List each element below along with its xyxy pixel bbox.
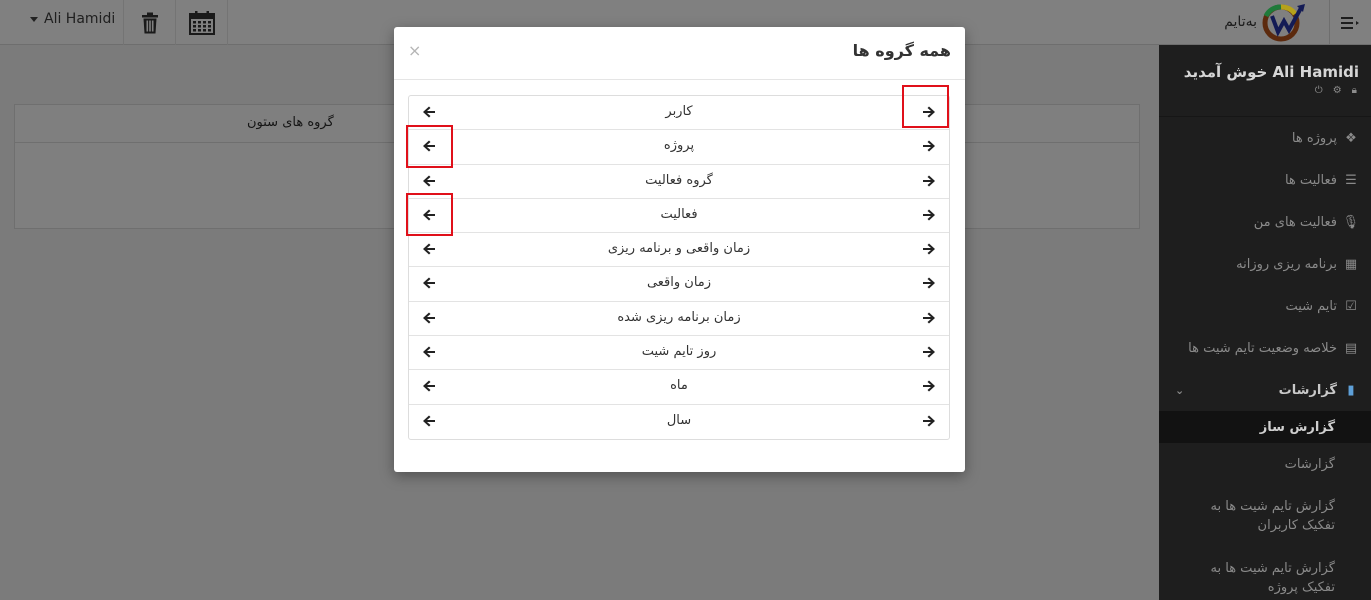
sidebar-item-my-activities[interactable]: 🎙︎ فعالیت های من (1159, 201, 1371, 243)
modal-header: همه گروه ها × (394, 27, 965, 80)
sidebar-subitem-label: گزارش ساز (1259, 419, 1335, 435)
lock-icon[interactable]: 🔒︎ (1352, 85, 1357, 96)
sidebar-subitem-label: گزارش تایم شیت ها به تفکیک کاربران (1210, 499, 1335, 533)
group-label: ماه (670, 378, 688, 394)
arrow-right-icon[interactable] (921, 344, 937, 360)
logo-icon (1262, 4, 1305, 42)
arrow-left-icon[interactable] (421, 310, 437, 326)
gear-icon[interactable]: ⚙ (1333, 85, 1342, 96)
sidebar-subitem-reports[interactable]: گزارشات (1159, 443, 1371, 485)
file-icon: ▮ (1347, 382, 1355, 398)
group-row: ماه (409, 370, 949, 405)
power-icon[interactable]: ⏻ (1315, 85, 1323, 96)
sidebar-toggle[interactable] (1329, 0, 1371, 45)
highlight-box (406, 193, 453, 236)
group-label: کاربر (665, 104, 693, 119)
group-label: روز تایم شیت (641, 344, 717, 360)
sidebar-subitem-by-users[interactable]: گزارش تایم شیت ها به تفکیک کاربران (1159, 485, 1371, 547)
group-label: گروه فعالیت (645, 172, 713, 188)
list-icon: ☰ (1345, 172, 1357, 188)
arrow-right-icon[interactable] (921, 173, 937, 189)
arrow-right-icon[interactable] (921, 275, 937, 291)
sidebar-item-label: فعالیت ها (1284, 172, 1337, 188)
group-list: کاربر پروژه گروه فعالیت فعالیت زمان واقعی و … (408, 95, 950, 440)
sidebar-item-reports[interactable]: ▮ گزارشات ⌄ (1159, 369, 1371, 411)
group-label: زمان برنامه ریزی شده (617, 309, 741, 325)
calendar-icon (188, 10, 215, 35)
trash-button[interactable] (123, 0, 175, 45)
sidebar-subitem-report-builder[interactable]: گزارش ساز (1159, 411, 1371, 443)
sidebar-item-label: خلاصه وضعیت تایم شیت ها (1188, 340, 1337, 356)
modal-title: همه گروه ها (852, 41, 951, 60)
brand-logo[interactable]: بەتایم (1224, 2, 1307, 42)
close-button[interactable]: × (408, 41, 421, 60)
sidebar-item-label: گزارشات (1278, 382, 1337, 398)
sidebar-item-label: برنامه ریزی روزانه (1236, 256, 1337, 272)
brand-name: بەتایم (1224, 14, 1257, 30)
group-row: فعالیت (409, 199, 949, 234)
sidebar-item-timesheet-summary[interactable]: ▤ خلاصه وضعیت تایم شیت ها (1159, 327, 1371, 369)
group-label: فعالیت (660, 206, 698, 222)
sidebar: Ali Hamidi خوش آمدید 🔒︎ ⚙ ⏻ ❖ پروژه ها ☰… (1159, 45, 1371, 600)
arrow-right-icon[interactable] (921, 138, 937, 154)
arrow-left-icon[interactable] (421, 413, 437, 429)
arrow-right-icon[interactable] (921, 241, 937, 257)
calendar-button[interactable] (175, 0, 227, 45)
group-row: سال (409, 405, 949, 439)
arrow-left-icon[interactable] (421, 378, 437, 394)
arrow-left-icon[interactable] (421, 173, 437, 189)
group-row: پروژه (409, 130, 949, 165)
hamburger-icon (1340, 16, 1359, 29)
sidebar-item-label: فعالیت های من (1253, 214, 1337, 230)
navbar-divider (227, 0, 228, 45)
sidebar-item-activities[interactable]: ☰ فعالیت ها (1159, 159, 1371, 201)
sidebar-item-label: پروژه ها (1291, 130, 1337, 146)
arrow-right-icon[interactable] (921, 207, 937, 223)
group-row: گروه فعالیت (409, 165, 949, 199)
group-row: روز تایم شیت (409, 336, 949, 371)
arrow-left-icon[interactable] (421, 241, 437, 257)
arrow-right-icon[interactable] (921, 413, 937, 429)
sidebar-subitem-by-project[interactable]: گزارش تایم شیت ها به تفکیک پروژه (1159, 547, 1371, 600)
group-row: زمان واقعی (409, 267, 949, 302)
group-label: زمان واقعی (646, 275, 712, 291)
arrow-right-icon[interactable] (921, 310, 937, 326)
caret-down-icon (30, 16, 38, 22)
sidebar-item-projects[interactable]: ❖ پروژه ها (1159, 117, 1371, 159)
column-groups-label: گروه های ستون (247, 115, 334, 130)
table-icon: ▦ (1344, 256, 1358, 272)
sidebar-subitem-label: گزارشات (1284, 456, 1335, 472)
list-alt-icon: ▤ (1344, 340, 1358, 356)
user-name: Ali Hamidi (44, 11, 116, 27)
calendar-check-icon: ☑ (1345, 298, 1357, 314)
group-row: زمان برنامه ریزی شده (409, 302, 949, 337)
arrow-right-icon[interactable] (921, 378, 937, 394)
chevron-down-icon: ⌄ (1175, 383, 1185, 397)
group-label: زمان واقعی و برنامه ریزی (607, 241, 751, 257)
arrow-left-icon[interactable] (421, 275, 437, 291)
group-row: زمان واقعی و برنامه ریزی (409, 233, 949, 268)
trash-icon (141, 12, 158, 33)
all-groups-modal: همه گروه ها × کاربر پروژه گروه فعالیت فعالی… (394, 27, 965, 472)
sidebar-menu: ❖ پروژه ها ☰ فعالیت ها 🎙︎ فعالیت های من … (1159, 117, 1371, 600)
highlight-box (902, 85, 949, 128)
arrow-left-icon[interactable] (421, 344, 437, 360)
group-label: پروژه (663, 138, 695, 154)
highlight-box (406, 125, 453, 168)
user-tools: 🔒︎ ⚙ ⏻ (1159, 81, 1371, 96)
sidebar-item-timesheet[interactable]: ☑ تایم شیت (1159, 285, 1371, 327)
group-row: کاربر (409, 96, 949, 131)
sidebar-item-daily-planning[interactable]: ▦ برنامه ریزی روزانه (1159, 243, 1371, 285)
sidebar-subitem-label: گزارش تایم شیت ها به تفکیک پروژه (1210, 561, 1335, 595)
sidebar-item-label: تایم شیت (1285, 298, 1337, 314)
welcome-text: Ali Hamidi خوش آمدید (1183, 63, 1359, 81)
cubes-icon: ❖ (1345, 130, 1357, 146)
mic-icon: 🎙︎ (1342, 214, 1359, 230)
group-label: سال (666, 412, 692, 428)
arrow-left-icon[interactable] (421, 104, 437, 120)
user-menu[interactable]: Ali Hamidi (30, 11, 115, 27)
